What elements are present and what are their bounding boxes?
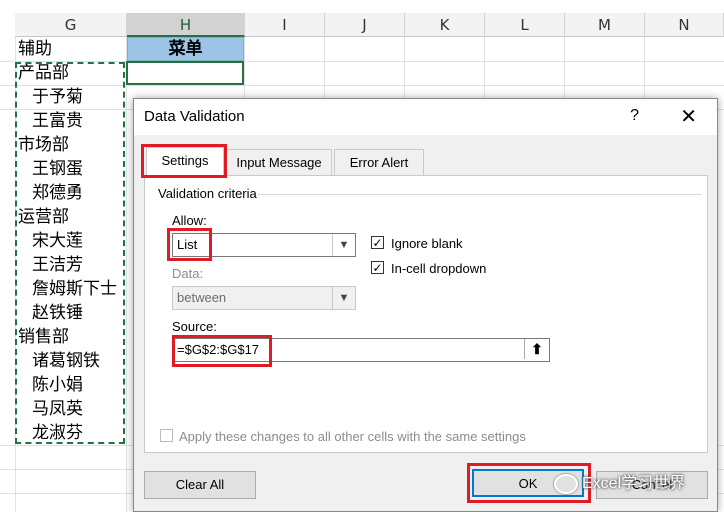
- validation-criteria-label: Validation criteria: [158, 186, 257, 201]
- apply-all-checkbox: [160, 429, 173, 442]
- column-header-j[interactable]: J: [325, 13, 405, 37]
- incell-dropdown-checkbox[interactable]: ✓: [371, 261, 384, 274]
- ignore-blank-checkbox[interactable]: ✓: [371, 236, 384, 249]
- source-input[interactable]: =$G$2:$G$17: [172, 338, 550, 362]
- copy-selection-marquee: [15, 62, 125, 444]
- watermark: Excel学习世界: [554, 469, 685, 494]
- incell-dropdown-label: In-cell dropdown: [391, 261, 487, 276]
- data-validation-dialog: Data Validation ? ✕ Settings Input Messa…: [133, 98, 718, 512]
- help-button[interactable]: ?: [630, 107, 639, 125]
- column-header-n[interactable]: N: [645, 13, 724, 37]
- tab-settings[interactable]: Settings: [146, 147, 224, 175]
- tab-input-message[interactable]: Input Message: [226, 149, 332, 175]
- column-header-k[interactable]: K: [405, 13, 485, 37]
- apply-all-label: Apply these changes to all other cells w…: [179, 429, 526, 444]
- source-label: Source:: [172, 319, 217, 334]
- watermark-text: Excel学习世界: [582, 475, 686, 492]
- active-cell-h2[interactable]: [126, 61, 244, 85]
- allow-select-value: List: [177, 237, 198, 252]
- data-select-value: between: [177, 290, 227, 305]
- cell-h1-menu-header[interactable]: 菜单: [127, 37, 244, 61]
- allow-select[interactable]: List ▼: [172, 233, 356, 257]
- column-header-h[interactable]: H: [127, 13, 245, 37]
- column-header-l[interactable]: L: [485, 13, 565, 37]
- data-label: Data:: [172, 266, 204, 281]
- allow-label: Allow:: [172, 213, 207, 228]
- cell-g1[interactable]: 辅助: [18, 37, 52, 61]
- tab-error-alert[interactable]: Error Alert: [334, 149, 424, 175]
- column-header-i[interactable]: I: [245, 13, 325, 37]
- column-header-m[interactable]: M: [565, 13, 645, 37]
- chevron-down-icon: ▼: [332, 287, 355, 309]
- data-select: between ▼: [172, 286, 356, 310]
- chevron-down-icon: ▼: [332, 234, 355, 256]
- dialog-title: Data Validation: [144, 108, 245, 125]
- collapse-dialog-icon[interactable]: ⬆: [524, 339, 549, 359]
- close-icon[interactable]: ✕: [680, 104, 697, 129]
- column-header-g[interactable]: G: [15, 13, 127, 37]
- wechat-icon: [554, 473, 578, 494]
- group-divider: [258, 194, 702, 195]
- ignore-blank-label: Ignore blank: [391, 236, 463, 251]
- clear-all-button[interactable]: Clear All: [144, 471, 256, 499]
- dialog-titlebar[interactable]: Data Validation ? ✕: [134, 99, 717, 135]
- settings-panel: [144, 175, 708, 453]
